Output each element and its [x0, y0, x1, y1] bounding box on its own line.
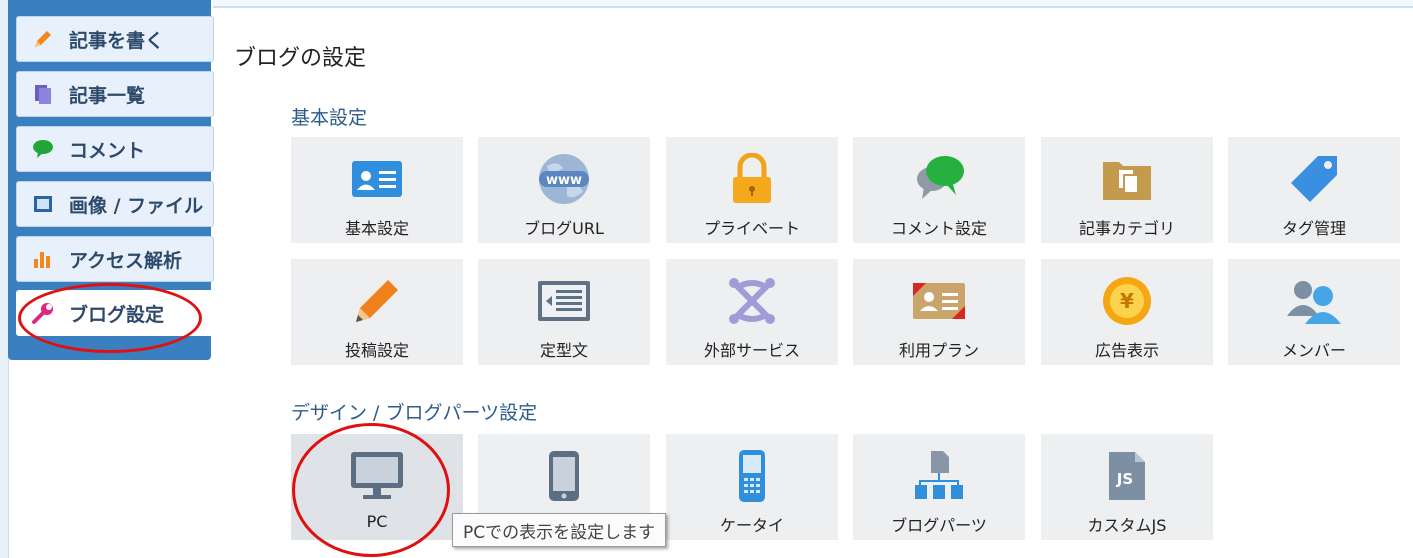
sidebar-item-label: 画像 / ファイル — [69, 194, 204, 217]
padlock-icon — [722, 151, 782, 207]
www-globe-icon: www — [534, 151, 594, 207]
tile-label: コメント設定 — [890, 219, 987, 238]
plan-card-icon — [909, 273, 969, 329]
tile-label: 外部サービス — [703, 341, 800, 360]
tile-feature-phone[interactable]: ケータイ — [666, 434, 838, 540]
sidebar-item-label: コメント — [69, 139, 146, 162]
tile-pc[interactable]: PC — [291, 434, 463, 540]
sidebar: 記事を書く 記事一覧 コメント 画像 / ファイル アクセス解析 ブログ設定 — [8, 0, 219, 360]
svg-text:www: www — [546, 173, 582, 188]
blog-parts-icon — [909, 448, 969, 504]
tile-label: 広告表示 — [1094, 341, 1159, 360]
sidebar-item-label: 記事一覧 — [69, 84, 146, 107]
tile-label: PC — [366, 512, 388, 531]
pencil-icon — [31, 27, 55, 51]
tile-blog-parts[interactable]: ブログパーツ — [853, 434, 1025, 540]
tile-label: 投稿設定 — [344, 341, 409, 360]
tile-post-settings[interactable]: 投稿設定 — [291, 259, 463, 365]
speech-bubbles-icon — [909, 151, 969, 207]
sidebar-item-images-files[interactable]: 画像 / ファイル — [16, 181, 214, 227]
bar-chart-icon — [31, 247, 55, 271]
yen-coin-icon: ¥ — [1097, 273, 1157, 329]
tile-ad-display[interactable]: ¥ 広告表示 — [1041, 259, 1213, 365]
sidebar-item-label: ブログ設定 — [69, 303, 165, 326]
tile-label: プライベート — [703, 219, 800, 238]
section-heading-basic: 基本設定 — [291, 107, 368, 129]
pencil-icon — [347, 273, 407, 329]
tile-label: メンバー — [1281, 341, 1346, 360]
tile-label: ブログURL — [524, 219, 604, 238]
sidebar-item-blog-settings[interactable]: ブログ設定 — [16, 290, 219, 336]
tile-template-text[interactable]: 定型文 — [478, 259, 650, 365]
tile-label: タグ管理 — [1281, 219, 1346, 238]
tile-usage-plan[interactable]: 利用プラン — [853, 259, 1025, 365]
speech-bubble-icon — [31, 137, 55, 161]
section-heading-design: デザイン / ブログパーツ設定 — [291, 402, 538, 424]
sidebar-item-comments[interactable]: コメント — [16, 126, 214, 172]
tile-label: 利用プラン — [898, 341, 979, 360]
template-text-icon — [534, 273, 594, 329]
wrench-icon — [31, 301, 55, 325]
tile-private[interactable]: プライベート — [666, 137, 838, 243]
tile-post-categories[interactable]: 記事カテゴリ — [1041, 137, 1213, 243]
tile-comment-settings[interactable]: コメント設定 — [853, 137, 1025, 243]
svg-text:¥: ¥ — [1120, 289, 1134, 313]
id-card-icon — [347, 151, 407, 207]
tile-tag-management[interactable]: タグ管理 — [1228, 137, 1400, 243]
tile-label: 記事カテゴリ — [1078, 219, 1175, 238]
feature-phone-icon — [722, 448, 782, 504]
tile-custom-js[interactable]: JS カスタムJS — [1041, 434, 1213, 540]
tile-members[interactable]: メンバー — [1228, 259, 1400, 365]
monitor-icon — [347, 448, 407, 504]
tile-basic-settings[interactable]: 基本設定 — [291, 137, 463, 243]
tile-label: カスタムJS — [1087, 516, 1167, 535]
sidebar-item-analytics[interactable]: アクセス解析 — [16, 236, 214, 282]
document-icon — [31, 82, 55, 106]
sidebar-item-post-list[interactable]: 記事一覧 — [16, 71, 214, 117]
page-title: ブログの設定 — [234, 46, 367, 71]
tooltip: PCでの表示を設定します — [452, 513, 667, 547]
folder-documents-icon — [1097, 151, 1157, 207]
svg-text:JS: JS — [1116, 470, 1133, 488]
sidebar-item-label: 記事を書く — [69, 29, 165, 52]
top-border — [213, 0, 1413, 8]
image-frame-icon — [31, 192, 55, 216]
tile-label: 基本設定 — [344, 219, 409, 238]
tile-label: ブログパーツ — [891, 516, 987, 535]
joomla-services-icon — [722, 273, 782, 329]
sidebar-item-write-post[interactable]: 記事を書く — [16, 16, 214, 62]
tile-blog-url[interactable]: www ブログURL — [478, 137, 650, 243]
js-file-icon: JS — [1097, 448, 1157, 504]
tag-icon — [1284, 151, 1344, 207]
sidebar-item-label: アクセス解析 — [69, 249, 183, 272]
members-icon — [1284, 273, 1344, 329]
tile-label: 定型文 — [539, 341, 588, 360]
tile-external-services[interactable]: 外部サービス — [666, 259, 838, 365]
tile-label: ケータイ — [719, 516, 784, 535]
smartphone-icon — [534, 448, 594, 504]
